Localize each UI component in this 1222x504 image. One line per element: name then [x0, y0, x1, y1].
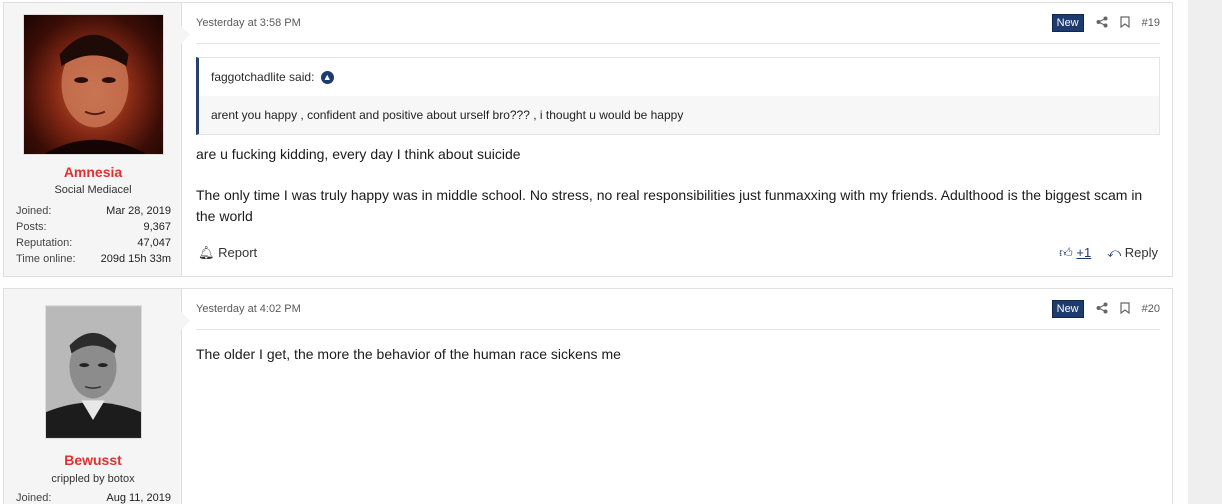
report-button[interactable]: 🔔︎ Report [198, 245, 257, 261]
username[interactable]: Bewusst [4, 452, 182, 468]
stat-value: Aug 11, 2019 [106, 492, 171, 504]
stat-label: Joined: [16, 205, 52, 217]
post-19: Amnesia Social Mediacel Joined: Mar 28, 2… [3, 2, 1173, 277]
avatar-image [46, 306, 141, 438]
avatar-image [43, 34, 147, 154]
quote-author[interactable]: faggotchadlite said: [211, 70, 314, 84]
post-main: Yesterday at 4:02 PM New #20 The older I… [182, 289, 1172, 504]
bookmark-icon[interactable] [1120, 301, 1130, 317]
post-main: Yesterday at 3:58 PM New #19 faggotchadl… [182, 3, 1172, 276]
quote-text: arent you happy , confident and positive… [199, 96, 1159, 134]
message-line: The only time I was truly happy was in m… [196, 187, 1143, 224]
post-date[interactable]: Yesterday at 3:58 PM [196, 17, 301, 29]
stat-posts: Posts: 9,367 [16, 219, 171, 235]
stat-value[interactable]: 9,367 [143, 219, 171, 235]
quote-header[interactable]: faggotchadlite said: ▲ [199, 58, 1159, 96]
like-button[interactable]: 👍︎ +1 [1059, 245, 1091, 261]
post-number[interactable]: #19 [1142, 17, 1160, 29]
report-label: Report [218, 245, 258, 260]
stat-label: Joined: [16, 492, 52, 504]
bookmark-icon[interactable] [1120, 15, 1130, 31]
message-line: are u fucking kidding, every day I think… [196, 146, 521, 162]
user-cell: Bewusst crippled by botox Joined: Aug 11,… [4, 289, 190, 504]
quote-block: faggotchadlite said: ▲ arent you happy ,… [196, 57, 1160, 135]
share-icon[interactable] [1096, 302, 1108, 317]
post-actions: New #19 [1051, 14, 1160, 32]
like-count[interactable]: +1 [1076, 245, 1091, 260]
stat-value: 209d 15h 33m [100, 253, 171, 265]
share-icon[interactable] [1096, 16, 1108, 31]
user-title: crippled by botox [51, 473, 135, 485]
avatar[interactable] [45, 305, 142, 439]
new-badge: New [1051, 300, 1084, 318]
user-stats: Joined: Aug 11, 2019 [16, 490, 171, 504]
scrollbar-track[interactable] [1188, 0, 1222, 504]
stat-time-online: Time online: 209d 15h 33m [16, 251, 171, 267]
stat-value: Mar 28, 2019 [106, 205, 171, 217]
thumbs-up-icon: 👍︎ [1059, 245, 1073, 260]
username[interactable]: Amnesia [4, 164, 182, 180]
header-divider [196, 43, 1160, 44]
post-20: Bewusst crippled by botox Joined: Aug 11,… [3, 288, 1173, 504]
header-divider [196, 329, 1160, 330]
user-title: Social Mediacel [54, 184, 132, 196]
stat-label: Time online: [16, 253, 76, 265]
arrow-up-icon[interactable]: ▲ [320, 71, 334, 85]
post-actions: New #20 [1051, 300, 1160, 318]
message-line: The older I get, the more the behavior o… [196, 346, 621, 362]
stat-label: Posts: [16, 221, 47, 233]
stat-joined: Joined: Aug 11, 2019 [16, 490, 171, 504]
user-cell: Amnesia Social Mediacel Joined: Mar 28, 2… [4, 3, 190, 276]
post-date[interactable]: Yesterday at 4:02 PM [196, 303, 301, 315]
stat-reputation: Reputation: 47,047 [16, 235, 171, 251]
reply-button[interactable]: ⤺ Reply [1107, 245, 1158, 261]
stat-label: Reputation: [16, 237, 73, 249]
bell-icon: 🔔︎ [198, 245, 215, 260]
avatar[interactable] [23, 14, 164, 155]
user-stats: Joined: Mar 28, 2019 Posts: 9,367 Reputati… [16, 203, 171, 267]
stat-value: 47,047 [137, 237, 171, 249]
stat-joined: Joined: Mar 28, 2019 [16, 203, 171, 219]
post-footer-actions: 👍︎ +1 ⤺ Reply [1059, 245, 1158, 261]
post-number[interactable]: #20 [1142, 303, 1160, 315]
new-badge: New [1051, 14, 1084, 32]
reply-label: Reply [1124, 245, 1158, 260]
reply-icon: ⤺ [1107, 245, 1122, 260]
